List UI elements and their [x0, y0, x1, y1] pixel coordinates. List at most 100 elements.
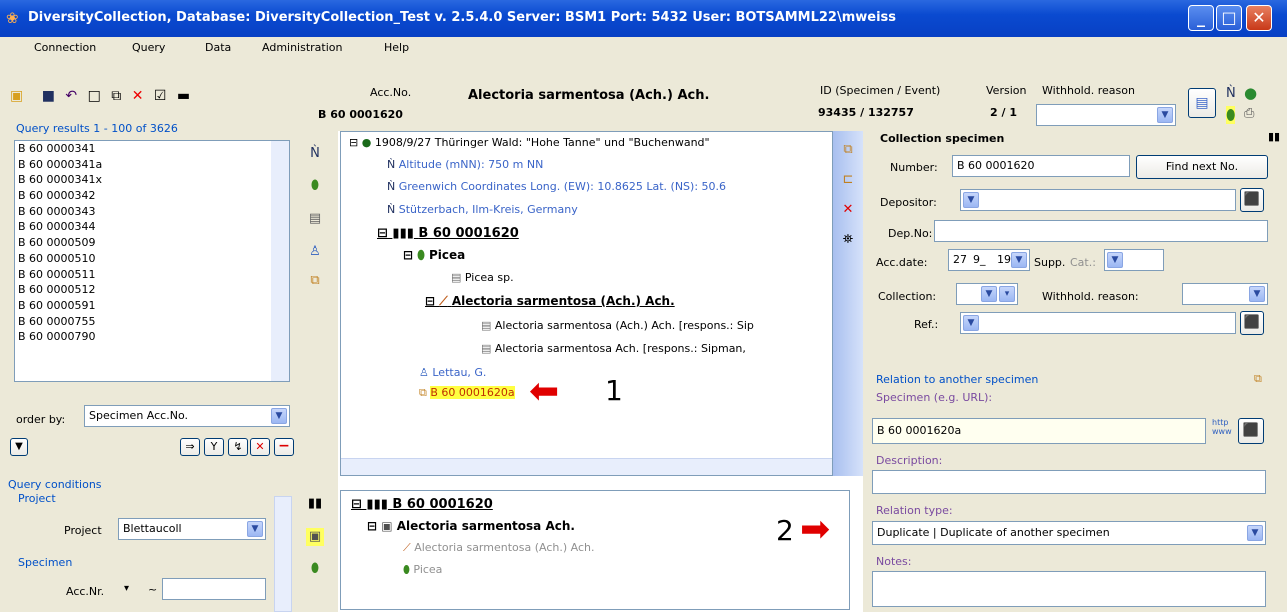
delete-icon[interactable]: ✕ [132, 88, 144, 104]
event-icon[interactable]: Ǹ [1226, 86, 1236, 101]
tree-event[interactable]: 1908/9/27 Thüringer Wald: "Hohe Tanne" u… [375, 136, 710, 149]
list-item[interactable]: B 60 0000509 [15, 235, 289, 251]
number-input[interactable]: B 60 0001620 [952, 155, 1130, 177]
new-icon[interactable]: □ [88, 88, 101, 104]
collection-select[interactable]: ▼ ▾ [956, 283, 1018, 305]
tree-lichen[interactable]: Alectoria sarmentosa (Ach.) Ach. [452, 294, 675, 308]
expand-button[interactable]: ▼ [10, 438, 28, 456]
list-item[interactable]: B 60 0000344 [15, 219, 289, 235]
depositor-input[interactable]: ▼ [960, 189, 1236, 211]
open-icon[interactable]: ▣ [10, 88, 23, 104]
chevron-down-icon[interactable]: ▼ [1107, 252, 1123, 268]
save-icon[interactable]: ■ [42, 88, 55, 104]
chevron-down-icon[interactable]: ▼ [271, 408, 287, 424]
parts-specimen[interactable]: B 60 0001620 [392, 497, 492, 512]
grid-view-button[interactable]: ▤ [1188, 88, 1216, 118]
chevron-down-icon[interactable]: ▼ [1011, 252, 1027, 268]
parts-host[interactable]: Picea [413, 563, 442, 576]
conditions-scrollbar[interactable] [274, 496, 292, 612]
identification-icon[interactable]: ▤ [306, 210, 324, 228]
collection-menu-icon[interactable]: ▾ [999, 286, 1015, 302]
tree-collector[interactable]: Lettau, G. [432, 366, 486, 379]
tree-altitude[interactable]: Altitude (mNN): 750 m NN [399, 158, 544, 171]
leaf-icon[interactable]: ⬮ [306, 177, 324, 195]
withhold-select[interactable]: ▼ [1036, 104, 1176, 126]
accdate-input[interactable]: 27 9_ 1908 ▼ [948, 249, 1030, 271]
chevron-down-icon[interactable]: ▼ [1157, 107, 1173, 123]
withhold-reason-select[interactable]: ▼ [1182, 283, 1268, 305]
tree-host-ident[interactable]: Picea sp. [465, 271, 514, 284]
delete-icon[interactable]: ✕ [839, 201, 857, 219]
scrollbar[interactable] [271, 141, 289, 381]
menu-connection[interactable]: Connection [34, 41, 96, 54]
tree-host[interactable]: Picea [429, 248, 465, 262]
relation-add-icon[interactable]: ⧉ [839, 141, 857, 159]
list-item[interactable]: B 60 0000591 [15, 298, 289, 314]
chevron-down-icon[interactable]: ▼ [981, 286, 997, 302]
list-item[interactable]: B 60 0000510 [15, 251, 289, 267]
list-item[interactable]: B 60 0000341x [15, 172, 289, 188]
find-next-button[interactable]: Find next No. [1136, 155, 1268, 179]
maximize-button[interactable]: □ [1216, 5, 1242, 31]
tree-coordinates[interactable]: Greenwich Coordinates Long. (EW): 10.862… [399, 180, 726, 193]
filter-remove-icon[interactable]: ✕ [250, 438, 270, 456]
printer-icon[interactable]: ⎙ [1244, 106, 1254, 121]
horizontal-scrollbar[interactable] [341, 458, 832, 475]
ref-input[interactable]: ▼ [960, 312, 1236, 334]
part-icon[interactable]: ▣ [306, 528, 324, 546]
operator-dropdown[interactable]: ▾ [124, 583, 129, 594]
collector-icon[interactable]: ♙ [306, 243, 324, 261]
url-icon[interactable]: http www [1212, 418, 1232, 436]
cat-select[interactable]: ▼ [1104, 249, 1164, 271]
parts-part[interactable]: Alectoria sarmentosa Ach. [397, 519, 575, 533]
list-item[interactable]: B 60 0000341a [15, 157, 289, 173]
list-item[interactable]: B 60 0000512 [15, 282, 289, 298]
chevron-down-icon[interactable]: ▼ [963, 315, 979, 331]
binoculars-icon[interactable]: ⛯ [839, 231, 857, 249]
parts-lichen[interactable]: Alectoria sarmentosa (Ach.) Ach. [414, 541, 594, 554]
link-button[interactable]: ⬛ [1240, 188, 1264, 212]
list-item[interactable]: B 60 0000343 [15, 204, 289, 220]
filter-icon[interactable]: Y [204, 438, 224, 456]
globe-icon[interactable]: ● [1244, 84, 1257, 102]
tree-ident-1[interactable]: Alectoria sarmentosa (Ach.) Ach. [respon… [495, 319, 754, 332]
description-input[interactable] [872, 470, 1266, 494]
tree-specimen[interactable]: B 60 0001620 [418, 226, 518, 241]
accnr-input[interactable] [162, 578, 266, 600]
menu-query[interactable]: Query [132, 41, 165, 54]
list-item[interactable]: B 60 0000341 [15, 141, 289, 157]
leaf-icon[interactable]: ⬮ [1226, 106, 1236, 124]
chevron-down-icon[interactable]: ▼ [963, 192, 979, 208]
barcode-icon[interactable]: ▮▮ [306, 495, 324, 513]
relation-specimen-input[interactable]: B 60 0001620a [872, 418, 1206, 444]
list-item[interactable]: B 60 0000511 [15, 267, 289, 283]
accdate-month[interactable]: 9_ [973, 253, 986, 266]
tree-relation[interactable]: B 60 0001620a [430, 386, 515, 399]
copy-icon[interactable]: ⧉ [111, 88, 121, 104]
project-select[interactable]: Blettaucoll ▼ [118, 518, 266, 540]
close-button[interactable]: ✕ [1246, 5, 1272, 31]
undo-icon[interactable]: ↶ [65, 88, 77, 104]
menu-administration[interactable]: Administration [262, 41, 343, 54]
arrow-right-icon[interactable]: ⇒ [180, 438, 200, 456]
menu-data[interactable]: Data [205, 41, 231, 54]
order-by-select[interactable]: Specimen Acc.No. ▼ [84, 405, 290, 427]
check-icon[interactable]: ☑ [154, 88, 167, 104]
filter-add-icon[interactable]: ↯ [228, 438, 248, 456]
notes-input[interactable] [872, 571, 1266, 607]
accdate-day[interactable]: 27 [953, 253, 967, 266]
link-button[interactable]: ⬛ [1240, 311, 1264, 335]
list-item[interactable]: B 60 0000755 [15, 314, 289, 330]
depno-input[interactable] [934, 220, 1268, 242]
list-item[interactable]: B 60 0000342 [15, 188, 289, 204]
menu-help[interactable]: Help [384, 41, 409, 54]
chevron-down-icon[interactable]: ▼ [247, 521, 263, 537]
grid-icon[interactable]: ▬ [177, 88, 190, 104]
list-item[interactable]: B 60 0000790 [15, 329, 289, 345]
link-button[interactable]: ⬛ [1238, 418, 1264, 444]
event-icon[interactable]: Ǹ [306, 145, 324, 163]
relation-type-select[interactable]: Duplicate | Duplicate of another specime… [872, 521, 1266, 545]
remove-button[interactable]: − [274, 438, 294, 456]
leaf-icon[interactable]: ⬮ [306, 560, 324, 578]
move-icon[interactable]: ⊏ [839, 171, 857, 189]
